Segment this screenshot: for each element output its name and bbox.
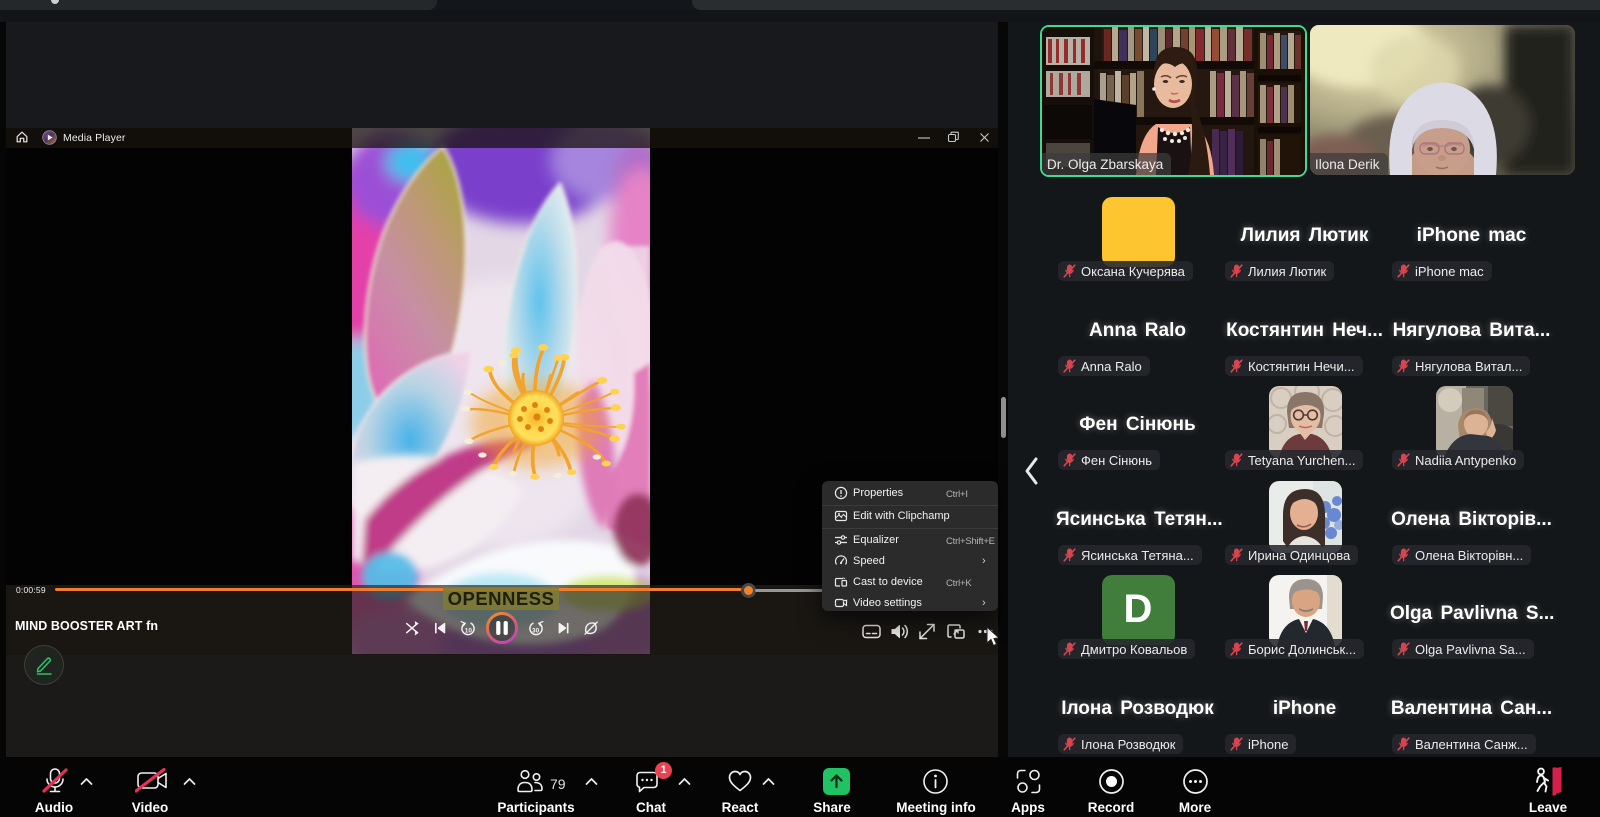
svg-text:10: 10 (465, 628, 473, 635)
svg-text:30: 30 (532, 628, 540, 635)
